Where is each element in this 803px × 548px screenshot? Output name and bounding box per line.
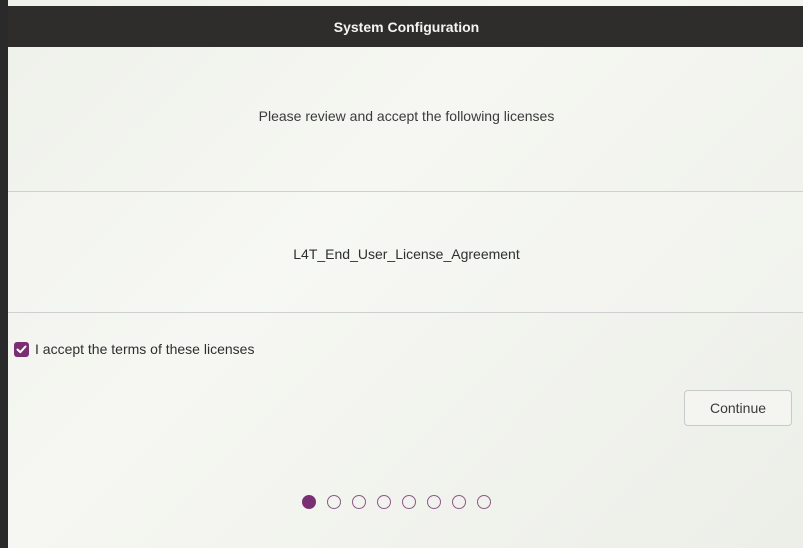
license-list[interactable]: L4T_End_User_License_Agreement xyxy=(8,191,803,313)
page-heading: Please review and accept the following l… xyxy=(258,108,555,124)
step-dot xyxy=(352,495,366,509)
step-dot xyxy=(402,495,416,509)
window-titlebar: System Configuration xyxy=(8,6,803,47)
step-dot-active xyxy=(302,495,316,509)
continue-button[interactable]: Continue xyxy=(684,390,792,426)
accept-terms-label[interactable]: I accept the terms of these licenses xyxy=(35,341,254,357)
screen: System Configuration Please review and a… xyxy=(0,0,803,548)
step-dot xyxy=(377,495,391,509)
step-dot xyxy=(327,495,341,509)
check-icon xyxy=(16,345,27,353)
accept-terms-row[interactable]: I accept the terms of these licenses xyxy=(14,341,254,357)
window-title: System Configuration xyxy=(333,18,480,35)
step-dot xyxy=(452,495,466,509)
license-item[interactable]: L4T_End_User_License_Agreement xyxy=(8,246,803,262)
step-indicator xyxy=(302,495,491,509)
accept-terms-checkbox[interactable] xyxy=(14,341,29,357)
step-dot xyxy=(477,495,491,509)
step-dot xyxy=(427,495,441,509)
screen-bezel xyxy=(0,0,8,548)
